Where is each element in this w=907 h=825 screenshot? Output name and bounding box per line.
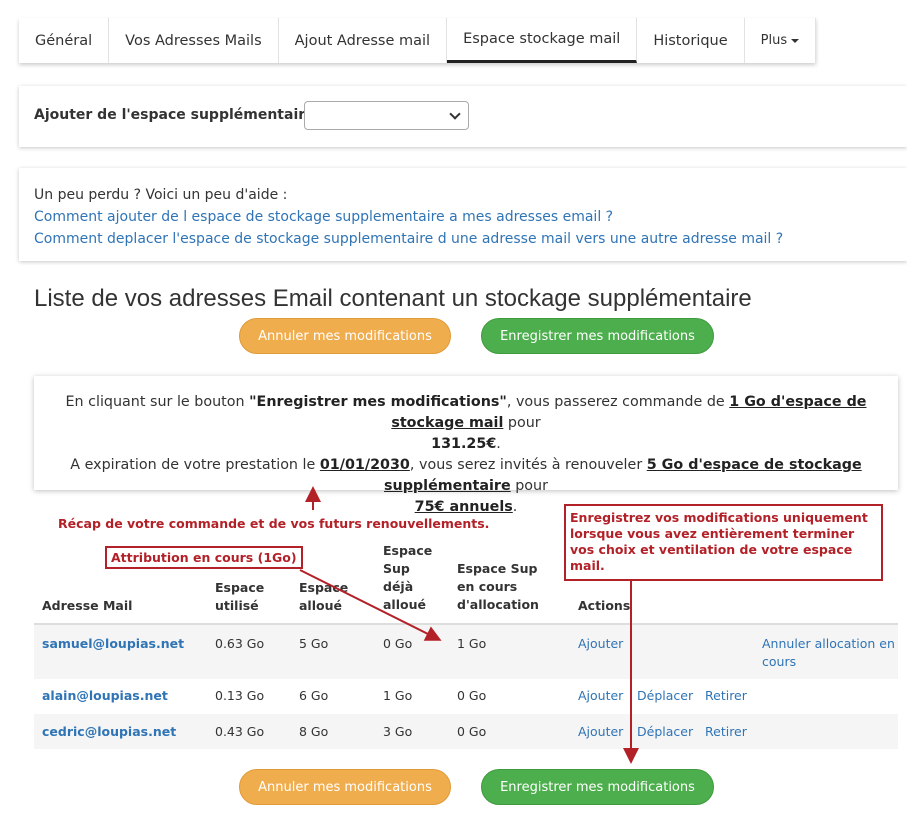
cancel-allocation-line: cours	[762, 654, 797, 669]
tab-more-label: Plus	[760, 33, 788, 48]
add-link[interactable]: Ajouter	[578, 723, 623, 741]
header-allocated-line: alloué	[299, 598, 342, 613]
cancel-changes-button-top[interactable]: Annuler mes modifications	[239, 318, 451, 354]
summary-text: A expiration de votre prestation le	[70, 457, 320, 473]
summary-expiry-date: 01/01/2030	[319, 457, 410, 473]
header-sup-line: Espace	[383, 543, 433, 558]
add-space-panel: Ajouter de l'espace supplémentaire sur :	[19, 86, 907, 147]
help-intro: Un peu perdu ? Voici un peu d'aide :	[34, 187, 288, 203]
attribution-annotation: Attribution en cours (1Go)	[105, 546, 303, 569]
cancel-changes-button-bottom[interactable]: Annuler mes modifications	[239, 769, 451, 805]
row-sup: 0 Go	[383, 636, 413, 651]
page-title: Liste de vos adresses Email contenant un…	[34, 285, 752, 312]
header-allocated: Espace alloué	[299, 579, 348, 615]
cancel-allocation-link[interactable]: Annuler allocation en cours	[762, 635, 895, 671]
header-email: Adresse Mail	[42, 598, 133, 613]
summary-text: .	[512, 499, 518, 515]
tab-storage[interactable]: Espace stockage mail	[447, 18, 638, 63]
header-sup-allocated: Espace Sup déjà alloué	[383, 542, 432, 614]
table-row: samuel@loupias.net 0.63 Go 5 Go 0 Go 1 G…	[34, 623, 898, 679]
row-email-link[interactable]: samuel@loupias.net	[42, 635, 184, 653]
row-used: 0.13 Go	[215, 688, 265, 703]
header-actions: Actions	[578, 598, 631, 613]
save-changes-button-top[interactable]: Enregistrer mes modifications	[481, 318, 714, 354]
header-pending-line: d'allocation	[457, 597, 539, 612]
header-sup-line: Sup	[383, 561, 410, 576]
move-link[interactable]: Déplacer	[637, 723, 693, 741]
row-email-link[interactable]: cedric@loupias.net	[42, 723, 176, 741]
header-pending-line: Espace Sup	[457, 561, 538, 576]
help-panel: Un peu perdu ? Voici un peu d'aide : Com…	[19, 168, 907, 261]
row-sup: 1 Go	[383, 688, 413, 703]
header-pending: Espace Sup en cours d'allocation	[457, 560, 539, 614]
header-pending-line: en cours	[457, 579, 518, 594]
summary-text: , vous serez invités à renouveler	[409, 457, 647, 473]
row-pending: 0 Go	[457, 724, 487, 739]
remove-link[interactable]: Retirer	[705, 687, 747, 705]
table-row: cedric@loupias.net 0.43 Go 8 Go 3 Go 0 G…	[34, 714, 898, 749]
header-used: Espace utilisé	[215, 579, 264, 615]
help-link-add-storage[interactable]: Comment ajouter de l espace de stockage …	[34, 206, 783, 228]
row-used: 0.63 Go	[215, 636, 265, 651]
header-used-line: Espace	[215, 580, 265, 595]
summary-text: En cliquant sur le bouton	[65, 394, 250, 410]
help-link-move-storage[interactable]: Comment deplacer l'espace de stockage su…	[34, 228, 783, 250]
add-link[interactable]: Ajouter	[578, 687, 623, 705]
summary-order-price: 131.25€	[431, 436, 497, 452]
recap-annotation: Récap de votre commande et de vos futurs…	[58, 516, 490, 531]
move-link[interactable]: Déplacer	[637, 687, 693, 705]
save-changes-button-bottom[interactable]: Enregistrer mes modifications	[481, 769, 714, 805]
summary-renew-price: 75€ annuels	[414, 499, 513, 515]
save-note-annotation: Enregistrez vos modifications uniquement…	[564, 504, 883, 581]
row-sup: 3 Go	[383, 724, 413, 739]
remove-link[interactable]: Retirer	[705, 723, 747, 741]
row-used: 0.43 Go	[215, 724, 265, 739]
summary-button-name: "Enregistrer mes modifications"	[249, 394, 507, 410]
tab-history[interactable]: Historique	[637, 18, 745, 63]
summary-text: .	[496, 436, 501, 452]
row-email-link[interactable]: alain@loupias.net	[42, 687, 168, 705]
summary-text: , vous passerez commande de	[506, 394, 730, 410]
chevron-down-icon	[449, 108, 461, 120]
order-summary-box: En cliquant sur le bouton "Enregistrer m…	[34, 376, 898, 515]
row-pending: 0 Go	[457, 688, 487, 703]
row-allocated: 8 Go	[299, 724, 329, 739]
cancel-allocation-line: Annuler allocation en	[762, 636, 895, 651]
tab-addresses[interactable]: Vos Adresses Mails	[109, 18, 279, 63]
tab-bar: Général Vos Adresses Mails Ajout Adresse…	[19, 18, 817, 63]
tab-add-address[interactable]: Ajout Adresse mail	[279, 18, 448, 63]
caret-down-icon	[791, 38, 800, 43]
header-allocated-line: Espace	[299, 580, 349, 595]
tab-more-dropdown[interactable]: Plus	[744, 18, 817, 63]
tab-general[interactable]: Général	[19, 18, 110, 63]
row-pending: 1 Go	[457, 636, 487, 651]
header-used-line: utilisé	[215, 598, 259, 613]
table-row: alain@loupias.net 0.13 Go 6 Go 1 Go 0 Go…	[34, 679, 898, 714]
row-allocated: 5 Go	[299, 636, 329, 651]
header-sup-line: alloué	[383, 597, 426, 612]
add-link[interactable]: Ajouter	[578, 635, 623, 653]
row-allocated: 6 Go	[299, 688, 329, 703]
address-select[interactable]	[304, 101, 469, 130]
header-sup-line: déjà	[383, 579, 414, 594]
summary-text: pour	[510, 478, 548, 494]
summary-text: pour	[503, 415, 541, 431]
